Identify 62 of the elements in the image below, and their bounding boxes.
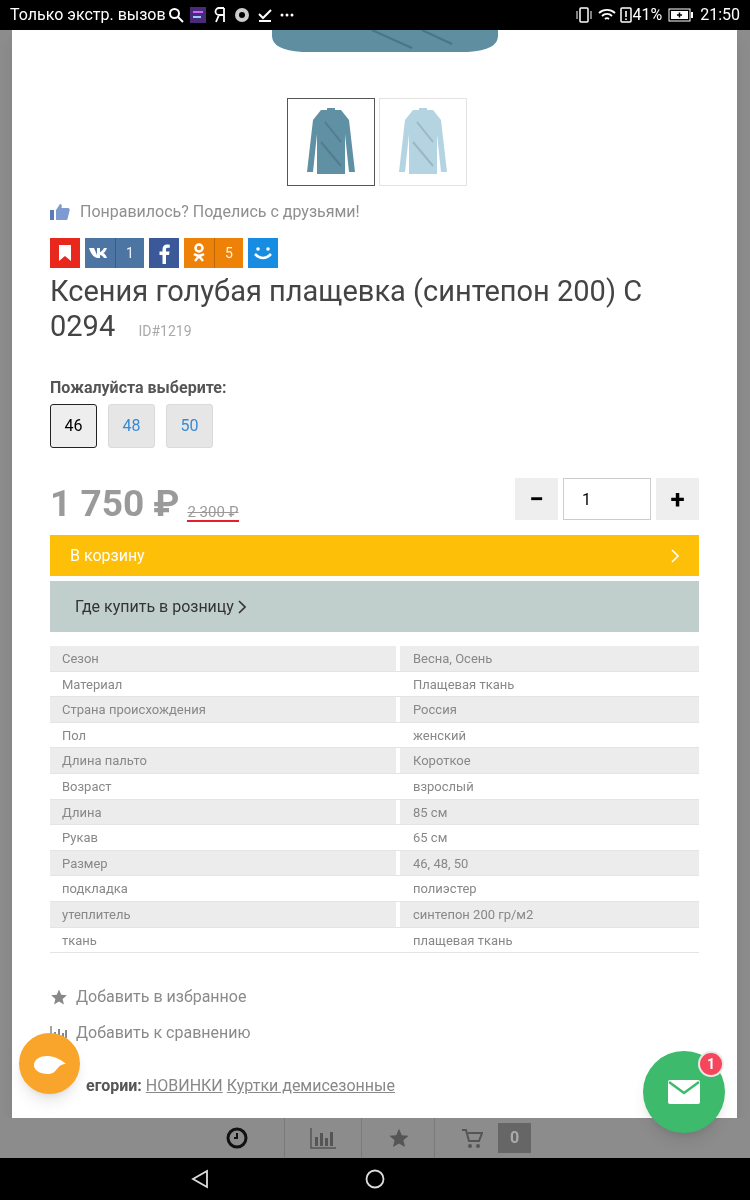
cart-count: 0 (498, 1123, 531, 1153)
old-price: 2 300 ₽ (187, 504, 239, 522)
action-link[interactable]: Добавить в избранное (76, 985, 247, 1010)
table-cell: утеплитель (50, 901, 396, 927)
battery-icon (668, 8, 695, 22)
table-cell: Размер (50, 850, 396, 876)
table-cell: Короткое (400, 748, 699, 773)
quantity-field[interactable]: 1 (563, 478, 651, 520)
app-icon (189, 7, 206, 23)
table-cell: синтепон 200 гр/м2 (400, 901, 699, 927)
browser-icon (233, 7, 250, 23)
share-count: 1 (125, 243, 135, 263)
home-icon[interactable] (365, 1169, 385, 1189)
retail-button[interactable]: Где купить в розницу (50, 581, 699, 632)
search-icon (167, 7, 184, 23)
bar-chart-icon[interactable] (310, 1127, 336, 1149)
share-count: 5 (224, 243, 234, 263)
size-label: Пожалуйста выберите: (50, 377, 228, 399)
share-button[interactable] (50, 238, 80, 268)
cart-icon[interactable] (461, 1127, 483, 1149)
table-cell: Весна, Осень (400, 646, 699, 671)
share-prompt: Понравилось? Поделись с друзьями! (80, 201, 360, 223)
product-id: ID#1219 (138, 323, 192, 339)
clock-icon[interactable] (226, 1127, 248, 1149)
star-icon (50, 988, 68, 1007)
chevron-right-icon (671, 548, 679, 563)
back-icon[interactable] (190, 1169, 210, 1189)
vibrate-icon (576, 7, 593, 23)
share-button[interactable]: 5 (184, 238, 243, 268)
price: 1 750 ₽ (50, 484, 180, 524)
categories-label: егории: (86, 1075, 142, 1098)
size-option[interactable]: 46 (50, 404, 97, 448)
increase-button[interactable]: + (656, 478, 699, 520)
product-title: Ксения голубая плащевка (синтепон 200) С 0294 ID#1219 (50, 274, 644, 345)
category-link[interactable]: НОВИНКИ (145, 1074, 223, 1099)
category-link[interactable]: Куртки демисезонные (226, 1074, 395, 1099)
share-button[interactable]: 1 (85, 238, 144, 268)
star-icon[interactable] (388, 1127, 410, 1149)
table-cell: 85 см (400, 799, 699, 825)
check-icon (257, 8, 272, 22)
more-icon (279, 13, 294, 17)
thumbs-up-icon (50, 203, 70, 221)
chevron-right-icon (237, 599, 246, 614)
clock: 21:50 (700, 4, 740, 26)
action-link[interactable]: Добавить к сравнению (76, 1021, 251, 1046)
size-option[interactable]: 50 (166, 404, 213, 448)
status-text: Только экстр. вызов (10, 4, 166, 26)
table-cell: Длина пальто (50, 748, 396, 773)
table-cell: Длина (50, 799, 396, 825)
wifi-icon (598, 8, 617, 22)
table-cell: Страна происхождения (50, 697, 396, 722)
table-cell: Сезон (50, 646, 396, 671)
alert-icon (620, 7, 633, 23)
envelope-icon (668, 1080, 700, 1104)
share-button[interactable] (149, 238, 179, 268)
battery-percent: 41% (632, 4, 663, 26)
decrease-button[interactable]: − (515, 478, 558, 520)
table-cell: Россия (400, 697, 699, 722)
size-option[interactable]: 48 (108, 404, 155, 448)
share-button[interactable] (248, 238, 278, 268)
table-cell: 46, 48, 50 (400, 850, 699, 876)
letter-icon (213, 7, 226, 23)
